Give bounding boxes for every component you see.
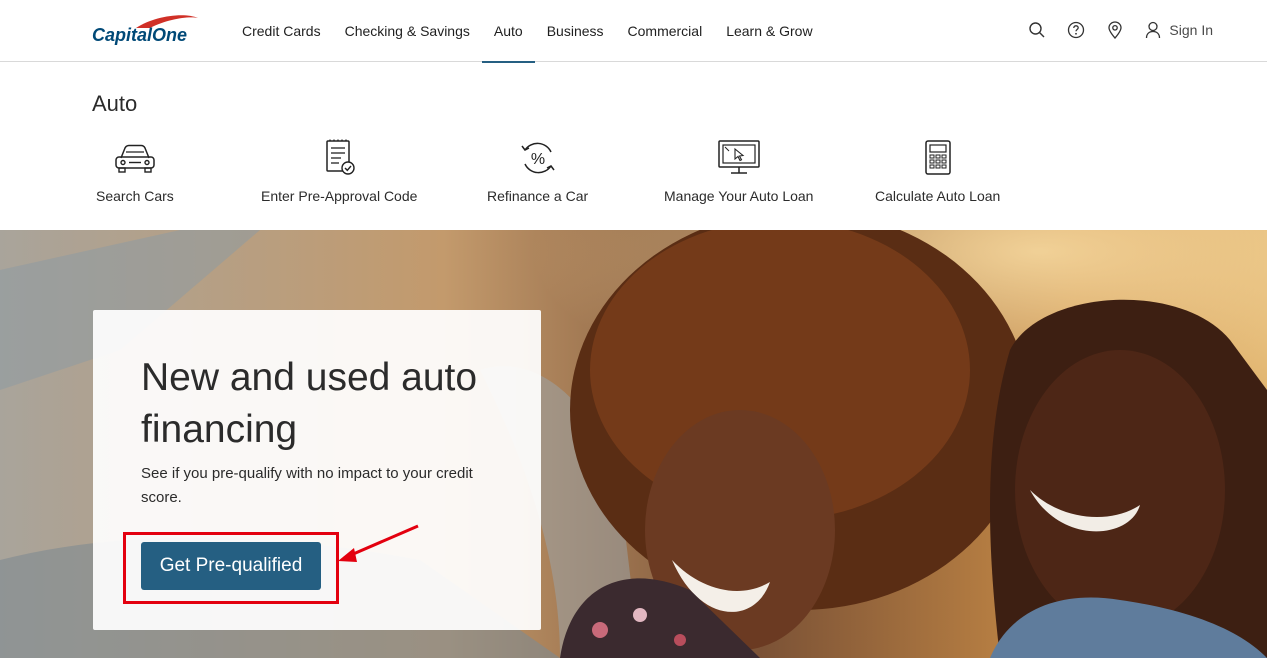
- nav-item-credit-cards[interactable]: Credit Cards: [230, 0, 333, 62]
- sign-in-link[interactable]: Sign In: [1143, 20, 1213, 40]
- document-check-icon: [317, 138, 361, 178]
- sign-in-label: Sign In: [1169, 22, 1213, 38]
- capital-one-logo[interactable]: CapitalOne: [92, 10, 206, 52]
- monitor-cursor-icon: [717, 138, 761, 178]
- location-pin-icon[interactable]: [1105, 20, 1125, 40]
- calculator-icon: [916, 138, 960, 178]
- hero-subtext: See if you pre-qualify with no impact to…: [141, 465, 473, 506]
- svg-text:%: %: [530, 151, 544, 168]
- quicklink-label: Search Cars: [96, 188, 174, 204]
- annotation-arrow: [338, 524, 419, 562]
- quicklink-label: Calculate Auto Loan: [875, 188, 1001, 204]
- quicklink-label: Enter Pre-Approval Code: [261, 188, 418, 204]
- nav-item-auto[interactable]: Auto: [481, 0, 535, 63]
- hero-card: New and used auto financing See if you p…: [93, 310, 541, 630]
- quicklink-calculate-loan[interactable]: Calculate Auto Loan: [875, 138, 1000, 204]
- top-navigation: CapitalOne Credit Cards Checking & Savin…: [0, 0, 1267, 63]
- user-icon: [1143, 20, 1163, 40]
- quicklink-pre-approval-code[interactable]: Enter Pre-Approval Code: [261, 138, 417, 204]
- nav-item-learn-grow[interactable]: Learn & Grow: [714, 0, 824, 62]
- quicklink-search-cars[interactable]: Search Cars: [96, 138, 174, 204]
- utility-nav: Sign In: [1008, 0, 1213, 60]
- help-icon[interactable]: [1066, 20, 1086, 40]
- quicklink-manage-loan[interactable]: Manage Your Auto Loan: [664, 138, 813, 204]
- primary-nav: Credit Cards Checking & Savings Auto Bus…: [230, 0, 825, 63]
- nav-item-commercial[interactable]: Commercial: [616, 0, 715, 62]
- car-icon: [113, 138, 157, 178]
- nav-item-checking-savings[interactable]: Checking & Savings: [333, 0, 482, 62]
- hero-banner: New and used auto financing See if you p…: [0, 230, 1267, 658]
- hero-heading: New and used auto financing: [141, 356, 478, 451]
- logo-wordmark: CapitalOne: [92, 25, 187, 45]
- percent-refresh-icon: %: [516, 138, 560, 178]
- quicklink-label: Refinance a Car: [487, 188, 589, 204]
- search-icon[interactable]: [1027, 20, 1047, 40]
- quicklink-label: Manage Your Auto Loan: [664, 188, 814, 204]
- page-title: Auto: [92, 91, 138, 116]
- nav-item-business[interactable]: Business: [535, 0, 616, 62]
- quicklink-refinance[interactable]: % Refinance a Car: [487, 138, 588, 204]
- get-prequalified-button[interactable]: Get Pre-qualified: [141, 542, 321, 590]
